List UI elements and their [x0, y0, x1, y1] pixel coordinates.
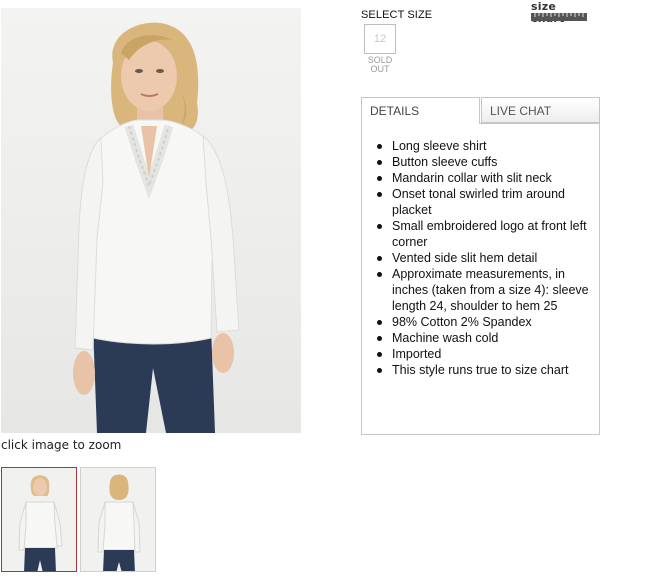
list-item: Onset tonal swirled trim around placket: [377, 186, 592, 218]
list-item: Machine wash cold: [377, 330, 592, 346]
list-item: Button sleeve cuffs: [377, 154, 592, 170]
tab-live-chat[interactable]: LIVE CHAT: [481, 97, 600, 123]
size-option-12[interactable]: 12: [364, 24, 396, 54]
size-chart-link[interactable]: size chart: [531, 1, 587, 25]
select-size-label: SELECT SIZE: [361, 9, 433, 21]
zoom-caption: click image to zoom: [1, 438, 122, 452]
thumbnail-front-illustration: [18, 475, 63, 571]
ruler-icon: [531, 13, 587, 21]
list-item: Small embroidered logo at front left cor…: [377, 218, 592, 250]
thumbnail-front-view[interactable]: [1, 467, 77, 572]
list-item: Vented side slit hem detail: [377, 250, 592, 266]
sold-out-label: SOLD OUT: [362, 56, 398, 74]
model-front-illustration: [73, 22, 240, 433]
list-item: Long sleeve shirt: [377, 138, 592, 154]
sold-out-line-2: OUT: [370, 64, 390, 74]
thumbnail-back-view[interactable]: [80, 467, 156, 572]
details-list: Long sleeve shirt Button sleeve cuffs Ma…: [377, 138, 592, 378]
details-panel: Long sleeve shirt Button sleeve cuffs Ma…: [361, 123, 600, 435]
thumbnail-back-illustration: [97, 474, 141, 571]
list-item: Mandarin collar with slit neck: [377, 170, 592, 186]
main-product-image[interactable]: [1, 8, 301, 433]
list-item: Approximate measurements, in inches (tak…: [377, 266, 592, 314]
list-item: 98% Cotton 2% Spandex: [377, 314, 592, 330]
list-item: This style runs true to size chart: [377, 362, 592, 378]
list-item: Imported: [377, 346, 592, 362]
tab-details[interactable]: DETAILS: [361, 97, 480, 124]
